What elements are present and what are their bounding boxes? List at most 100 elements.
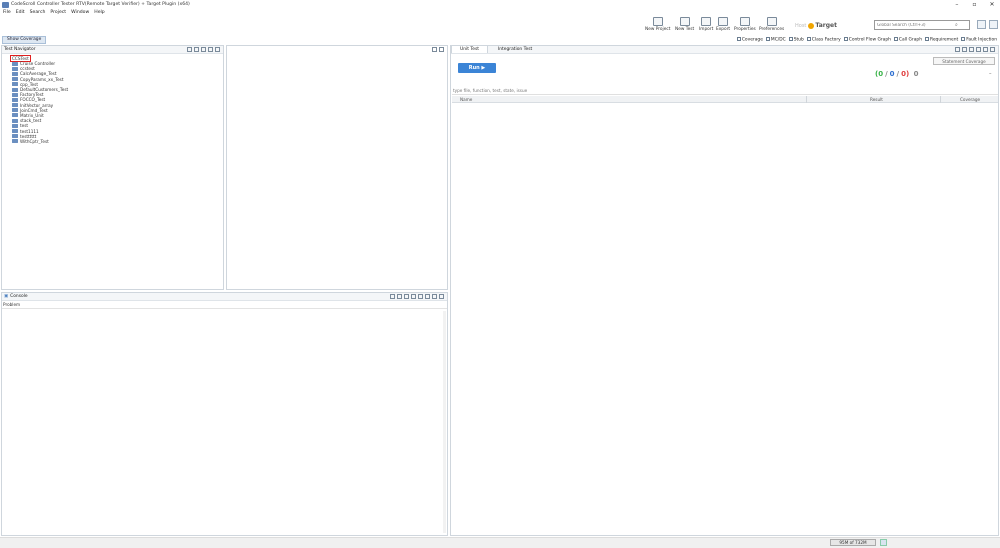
editor-area-header — [227, 46, 447, 54]
menu-edit[interactable]: Edit — [16, 10, 25, 15]
tool-class-factory[interactable]: Class Factory — [806, 37, 841, 43]
statement-coverage-button[interactable]: Statement Coverage — [933, 57, 995, 65]
scroll-lock-icon[interactable] — [397, 294, 402, 299]
tool-stub[interactable]: Stub — [788, 37, 804, 43]
perspective-switcher — [976, 20, 998, 31]
tool-call-graph[interactable]: Call Graph — [893, 37, 922, 43]
menu-bar: File Edit Search Project Window Help — [0, 9, 1000, 16]
global-search[interactable]: ⌕ — [874, 20, 970, 30]
open-console-icon[interactable] — [425, 294, 430, 299]
project-folder-icon — [12, 134, 18, 139]
window-title: CodeScroll Controller Tester RTV(Remote … — [11, 2, 190, 7]
column-coverage[interactable]: Coverage — [960, 97, 980, 102]
stub-icon — [788, 37, 793, 42]
other-count: 0 — [913, 70, 919, 78]
minimize-view-icon[interactable] — [432, 47, 437, 52]
preferences-button[interactable]: Preferences — [759, 17, 784, 34]
test-navigator-panel: Test Navigator CCSTest Cruise Controller… — [1, 45, 224, 290]
maximize-view-icon[interactable] — [990, 47, 995, 52]
collapse-icon[interactable] — [962, 47, 967, 52]
minimize-button[interactable]: – — [949, 0, 965, 9]
column-separator — [806, 96, 807, 103]
tab-unit-test[interactable]: Unit Test — [451, 45, 488, 53]
new-test-button[interactable]: New Test — [675, 17, 694, 34]
console-scrollbar[interactable] — [443, 311, 446, 533]
console-subtitle: Problem — [2, 301, 447, 309]
tool-coverage[interactable]: Coverage — [736, 37, 763, 43]
project-folder-icon — [12, 92, 18, 97]
view-menu-icon[interactable] — [201, 47, 206, 52]
console-view-actions — [388, 294, 444, 299]
project-folder-icon — [12, 113, 18, 118]
project-folder-icon — [12, 71, 18, 76]
project-folder-icon — [12, 139, 18, 144]
display-console-icon[interactable] — [418, 294, 423, 299]
test-navigator-title: Test Navigator — [4, 47, 36, 52]
menu-help[interactable]: Help — [94, 10, 104, 15]
column-result[interactable]: Result — [870, 97, 883, 102]
project-folder-icon — [12, 103, 18, 108]
passed-count: 0 — [878, 70, 884, 78]
garbage-collect-icon[interactable] — [880, 539, 887, 546]
word-wrap-icon[interactable] — [404, 294, 409, 299]
show-coverage-button[interactable]: Show Coverage — [2, 36, 47, 44]
maximize-view-icon[interactable] — [439, 294, 444, 299]
project-folder-icon — [12, 87, 18, 92]
menu-project[interactable]: Project — [50, 10, 66, 15]
menu-search[interactable]: Search — [30, 10, 46, 15]
host-label: Host — [795, 22, 807, 29]
results-table-header: Name Result Coverage — [452, 96, 998, 103]
project-folder-icon — [12, 77, 18, 82]
import-button[interactable]: Import — [699, 17, 713, 34]
open-perspective-icon[interactable] — [977, 20, 986, 29]
close-button[interactable]: ✕ — [984, 0, 1000, 9]
console-panel: ▣ Console Problem — [1, 292, 448, 536]
project-folder-icon — [12, 82, 18, 87]
coverage-icon — [736, 37, 741, 42]
close-paren: ) — [905, 70, 910, 78]
tool-fault-injection[interactable]: Fault Injection — [961, 37, 997, 43]
properties-button[interactable]: Properties — [734, 17, 756, 34]
tester-perspective-icon[interactable] — [988, 20, 998, 29]
global-search-input[interactable] — [875, 22, 955, 28]
project-folder-icon — [12, 66, 18, 71]
menu-file[interactable]: File — [3, 10, 11, 15]
project-folder-icon — [12, 123, 18, 128]
minimize-view-icon[interactable] — [983, 47, 988, 52]
target-status-icon — [808, 22, 815, 29]
run-button[interactable]: Run ▶ — [458, 63, 496, 73]
search-icon[interactable]: ⌕ — [955, 22, 963, 28]
heap-status[interactable]: 95M of 732M — [830, 539, 876, 546]
save-icon[interactable] — [969, 47, 974, 52]
minimize-view-icon[interactable] — [432, 294, 437, 299]
console-icon: ▣ — [4, 294, 9, 299]
tree-item[interactable]: WithCptr_Test — [2, 139, 223, 144]
minimize-view-icon[interactable] — [208, 47, 213, 52]
export-button[interactable]: Export — [716, 17, 730, 34]
menu-window[interactable]: Window — [71, 10, 89, 15]
pin-console-icon[interactable] — [411, 294, 416, 299]
requirement-icon — [924, 37, 929, 42]
expand-icon[interactable] — [955, 47, 960, 52]
tool-mcdc[interactable]: MC/DC — [765, 37, 786, 43]
class-factory-icon — [806, 37, 811, 42]
maximize-view-icon[interactable] — [215, 47, 220, 52]
tab-integration-test[interactable]: Integration Test — [490, 46, 540, 53]
link-editor-icon[interactable] — [194, 47, 199, 52]
console-title: Console — [10, 294, 28, 299]
test-filter-input[interactable]: type file, function, test, state, issue — [452, 88, 998, 95]
maximize-button[interactable]: ▫ — [966, 0, 982, 9]
target-connection[interactable]: Host Target — [795, 20, 837, 31]
clear-console-icon[interactable] — [390, 294, 395, 299]
new-test-icon — [679, 17, 690, 26]
export-icon — [718, 17, 729, 26]
collapse-all-icon[interactable] — [187, 47, 192, 52]
mcdc-icon — [765, 37, 770, 42]
maximize-view-icon[interactable] — [439, 47, 444, 52]
new-project-button[interactable]: New Project — [645, 17, 670, 34]
counter-menu-icon[interactable]: – — [989, 71, 992, 77]
view-menu-icon[interactable] — [976, 47, 981, 52]
tool-requirement[interactable]: Requirement — [924, 37, 958, 43]
column-name[interactable]: Name — [460, 97, 472, 102]
tool-control-flow-graph[interactable]: Control Flow Graph — [843, 37, 891, 43]
